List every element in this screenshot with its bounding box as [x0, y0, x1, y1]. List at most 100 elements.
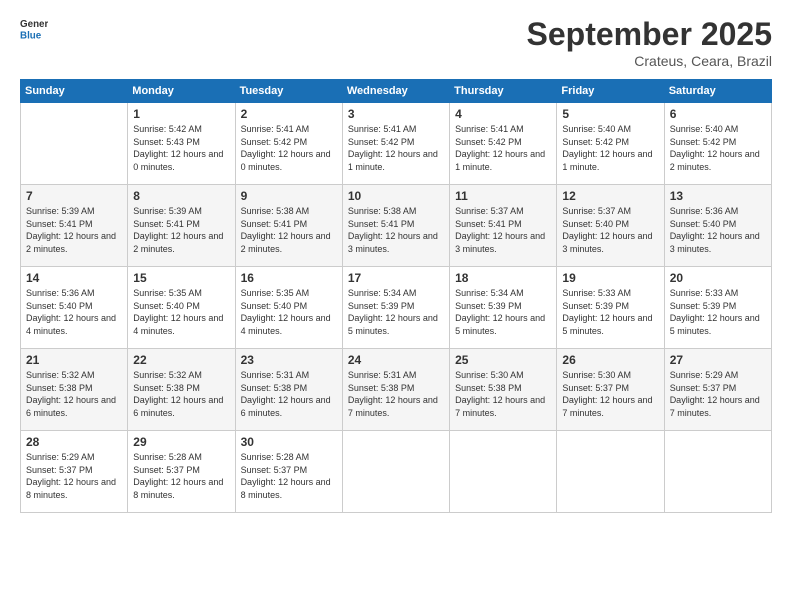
- day-info: Sunrise: 5:31 AM Sunset: 5:38 PM Dayligh…: [241, 369, 337, 419]
- col-header-wednesday: Wednesday: [342, 80, 449, 103]
- day-number: 18: [455, 271, 551, 285]
- day-cell: 9 Sunrise: 5:38 AM Sunset: 5:41 PM Daylig…: [235, 185, 342, 267]
- header: General Blue September 2025 Crateus, Cea…: [20, 16, 772, 69]
- day-number: 12: [562, 189, 658, 203]
- day-info: Sunrise: 5:28 AM Sunset: 5:37 PM Dayligh…: [241, 451, 337, 501]
- day-info: Sunrise: 5:37 AM Sunset: 5:40 PM Dayligh…: [562, 205, 658, 255]
- day-number: 19: [562, 271, 658, 285]
- day-cell: 30 Sunrise: 5:28 AM Sunset: 5:37 PM Dayli…: [235, 431, 342, 513]
- col-header-monday: Monday: [128, 80, 235, 103]
- day-cell: 1 Sunrise: 5:42 AM Sunset: 5:43 PM Daylig…: [128, 103, 235, 185]
- day-cell: 28 Sunrise: 5:29 AM Sunset: 5:37 PM Dayli…: [21, 431, 128, 513]
- day-info: Sunrise: 5:32 AM Sunset: 5:38 PM Dayligh…: [26, 369, 122, 419]
- day-info: Sunrise: 5:36 AM Sunset: 5:40 PM Dayligh…: [670, 205, 766, 255]
- day-number: 7: [26, 189, 122, 203]
- day-cell: 15Sunrise: 5:35 AM Sunset: 5:40 PM Dayli…: [128, 267, 235, 349]
- day-cell: 25Sunrise: 5:30 AM Sunset: 5:38 PM Dayli…: [450, 349, 557, 431]
- day-cell: 22 Sunrise: 5:32 AM Sunset: 5:38 PM Dayli…: [128, 349, 235, 431]
- day-info: Sunrise: 5:40 AM Sunset: 5:42 PM Dayligh…: [562, 123, 658, 173]
- day-cell: 3 Sunrise: 5:41 AM Sunset: 5:42 PM Daylig…: [342, 103, 449, 185]
- month-title: September 2025: [527, 16, 772, 53]
- day-info: Sunrise: 5:38 AM Sunset: 5:41 PM Dayligh…: [348, 205, 444, 255]
- week-row-3: 14Sunrise: 5:36 AM Sunset: 5:40 PM Dayli…: [21, 267, 772, 349]
- day-number: 27: [670, 353, 766, 367]
- day-info: Sunrise: 5:32 AM Sunset: 5:38 PM Dayligh…: [133, 369, 229, 419]
- calendar-table: SundayMondayTuesdayWednesdayThursdayFrid…: [20, 79, 772, 513]
- day-info: Sunrise: 5:35 AM Sunset: 5:40 PM Dayligh…: [133, 287, 229, 337]
- day-cell: 29Sunrise: 5:28 AM Sunset: 5:37 PM Dayli…: [128, 431, 235, 513]
- day-info: Sunrise: 5:30 AM Sunset: 5:38 PM Dayligh…: [455, 369, 551, 419]
- day-number: 23: [241, 353, 337, 367]
- col-header-tuesday: Tuesday: [235, 80, 342, 103]
- day-cell: 10 Sunrise: 5:38 AM Sunset: 5:41 PM Dayli…: [342, 185, 449, 267]
- day-cell: 27 Sunrise: 5:29 AM Sunset: 5:37 PM Dayli…: [664, 349, 771, 431]
- day-number: 9: [241, 189, 337, 203]
- logo: General Blue: [20, 16, 48, 44]
- day-number: 10: [348, 189, 444, 203]
- day-cell: 12 Sunrise: 5:37 AM Sunset: 5:40 PM Dayli…: [557, 185, 664, 267]
- day-number: 17: [348, 271, 444, 285]
- day-cell: 14Sunrise: 5:36 AM Sunset: 5:40 PM Dayli…: [21, 267, 128, 349]
- day-cell: 2Sunrise: 5:41 AM Sunset: 5:42 PM Daylig…: [235, 103, 342, 185]
- title-block: September 2025 Crateus, Ceara, Brazil: [527, 16, 772, 69]
- day-cell: [664, 431, 771, 513]
- day-number: 21: [26, 353, 122, 367]
- svg-text:Blue: Blue: [20, 30, 42, 41]
- col-header-friday: Friday: [557, 80, 664, 103]
- day-cell: [557, 431, 664, 513]
- day-cell: 13 Sunrise: 5:36 AM Sunset: 5:40 PM Dayli…: [664, 185, 771, 267]
- day-info: Sunrise: 5:41 AM Sunset: 5:42 PM Dayligh…: [455, 123, 551, 173]
- week-row-1: 1 Sunrise: 5:42 AM Sunset: 5:43 PM Daylig…: [21, 103, 772, 185]
- svg-text:General: General: [20, 19, 48, 30]
- day-info: Sunrise: 5:42 AM Sunset: 5:43 PM Dayligh…: [133, 123, 229, 173]
- day-info: Sunrise: 5:29 AM Sunset: 5:37 PM Dayligh…: [670, 369, 766, 419]
- day-number: 4: [455, 107, 551, 121]
- day-info: Sunrise: 5:31 AM Sunset: 5:38 PM Dayligh…: [348, 369, 444, 419]
- day-cell: 21 Sunrise: 5:32 AM Sunset: 5:38 PM Dayli…: [21, 349, 128, 431]
- day-number: 13: [670, 189, 766, 203]
- day-info: Sunrise: 5:34 AM Sunset: 5:39 PM Dayligh…: [455, 287, 551, 337]
- day-number: 1: [133, 107, 229, 121]
- day-info: Sunrise: 5:38 AM Sunset: 5:41 PM Dayligh…: [241, 205, 337, 255]
- day-number: 24: [348, 353, 444, 367]
- day-cell: 17 Sunrise: 5:34 AM Sunset: 5:39 PM Dayli…: [342, 267, 449, 349]
- day-info: Sunrise: 5:33 AM Sunset: 5:39 PM Dayligh…: [670, 287, 766, 337]
- day-info: Sunrise: 5:35 AM Sunset: 5:40 PM Dayligh…: [241, 287, 337, 337]
- logo-icon: General Blue: [20, 16, 48, 44]
- day-number: 28: [26, 435, 122, 449]
- day-info: Sunrise: 5:39 AM Sunset: 5:41 PM Dayligh…: [133, 205, 229, 255]
- col-header-sunday: Sunday: [21, 80, 128, 103]
- day-info: Sunrise: 5:30 AM Sunset: 5:37 PM Dayligh…: [562, 369, 658, 419]
- day-info: Sunrise: 5:40 AM Sunset: 5:42 PM Dayligh…: [670, 123, 766, 173]
- day-number: 16: [241, 271, 337, 285]
- calendar-page: General Blue September 2025 Crateus, Cea…: [0, 0, 792, 612]
- day-cell: 5Sunrise: 5:40 AM Sunset: 5:42 PM Daylig…: [557, 103, 664, 185]
- day-number: 3: [348, 107, 444, 121]
- day-cell: 26Sunrise: 5:30 AM Sunset: 5:37 PM Dayli…: [557, 349, 664, 431]
- day-cell: 16 Sunrise: 5:35 AM Sunset: 5:40 PM Dayli…: [235, 267, 342, 349]
- day-cell: 7 Sunrise: 5:39 AM Sunset: 5:41 PM Daylig…: [21, 185, 128, 267]
- day-cell: [21, 103, 128, 185]
- day-number: 11: [455, 189, 551, 203]
- day-info: Sunrise: 5:41 AM Sunset: 5:42 PM Dayligh…: [348, 123, 444, 173]
- day-number: 29: [133, 435, 229, 449]
- day-cell: [342, 431, 449, 513]
- day-number: 30: [241, 435, 337, 449]
- week-row-5: 28 Sunrise: 5:29 AM Sunset: 5:37 PM Dayli…: [21, 431, 772, 513]
- week-row-4: 21 Sunrise: 5:32 AM Sunset: 5:38 PM Dayli…: [21, 349, 772, 431]
- day-info: Sunrise: 5:41 AM Sunset: 5:42 PM Dayligh…: [241, 123, 337, 173]
- day-cell: [450, 431, 557, 513]
- day-info: Sunrise: 5:39 AM Sunset: 5:41 PM Dayligh…: [26, 205, 122, 255]
- day-cell: 8Sunrise: 5:39 AM Sunset: 5:41 PM Daylig…: [128, 185, 235, 267]
- day-cell: 20Sunrise: 5:33 AM Sunset: 5:39 PM Dayli…: [664, 267, 771, 349]
- day-info: Sunrise: 5:29 AM Sunset: 5:37 PM Dayligh…: [26, 451, 122, 501]
- col-header-saturday: Saturday: [664, 80, 771, 103]
- day-cell: 6 Sunrise: 5:40 AM Sunset: 5:42 PM Daylig…: [664, 103, 771, 185]
- day-cell: 4 Sunrise: 5:41 AM Sunset: 5:42 PM Daylig…: [450, 103, 557, 185]
- subtitle: Crateus, Ceara, Brazil: [527, 53, 772, 69]
- day-info: Sunrise: 5:36 AM Sunset: 5:40 PM Dayligh…: [26, 287, 122, 337]
- day-number: 6: [670, 107, 766, 121]
- day-number: 22: [133, 353, 229, 367]
- day-info: Sunrise: 5:34 AM Sunset: 5:39 PM Dayligh…: [348, 287, 444, 337]
- week-row-2: 7 Sunrise: 5:39 AM Sunset: 5:41 PM Daylig…: [21, 185, 772, 267]
